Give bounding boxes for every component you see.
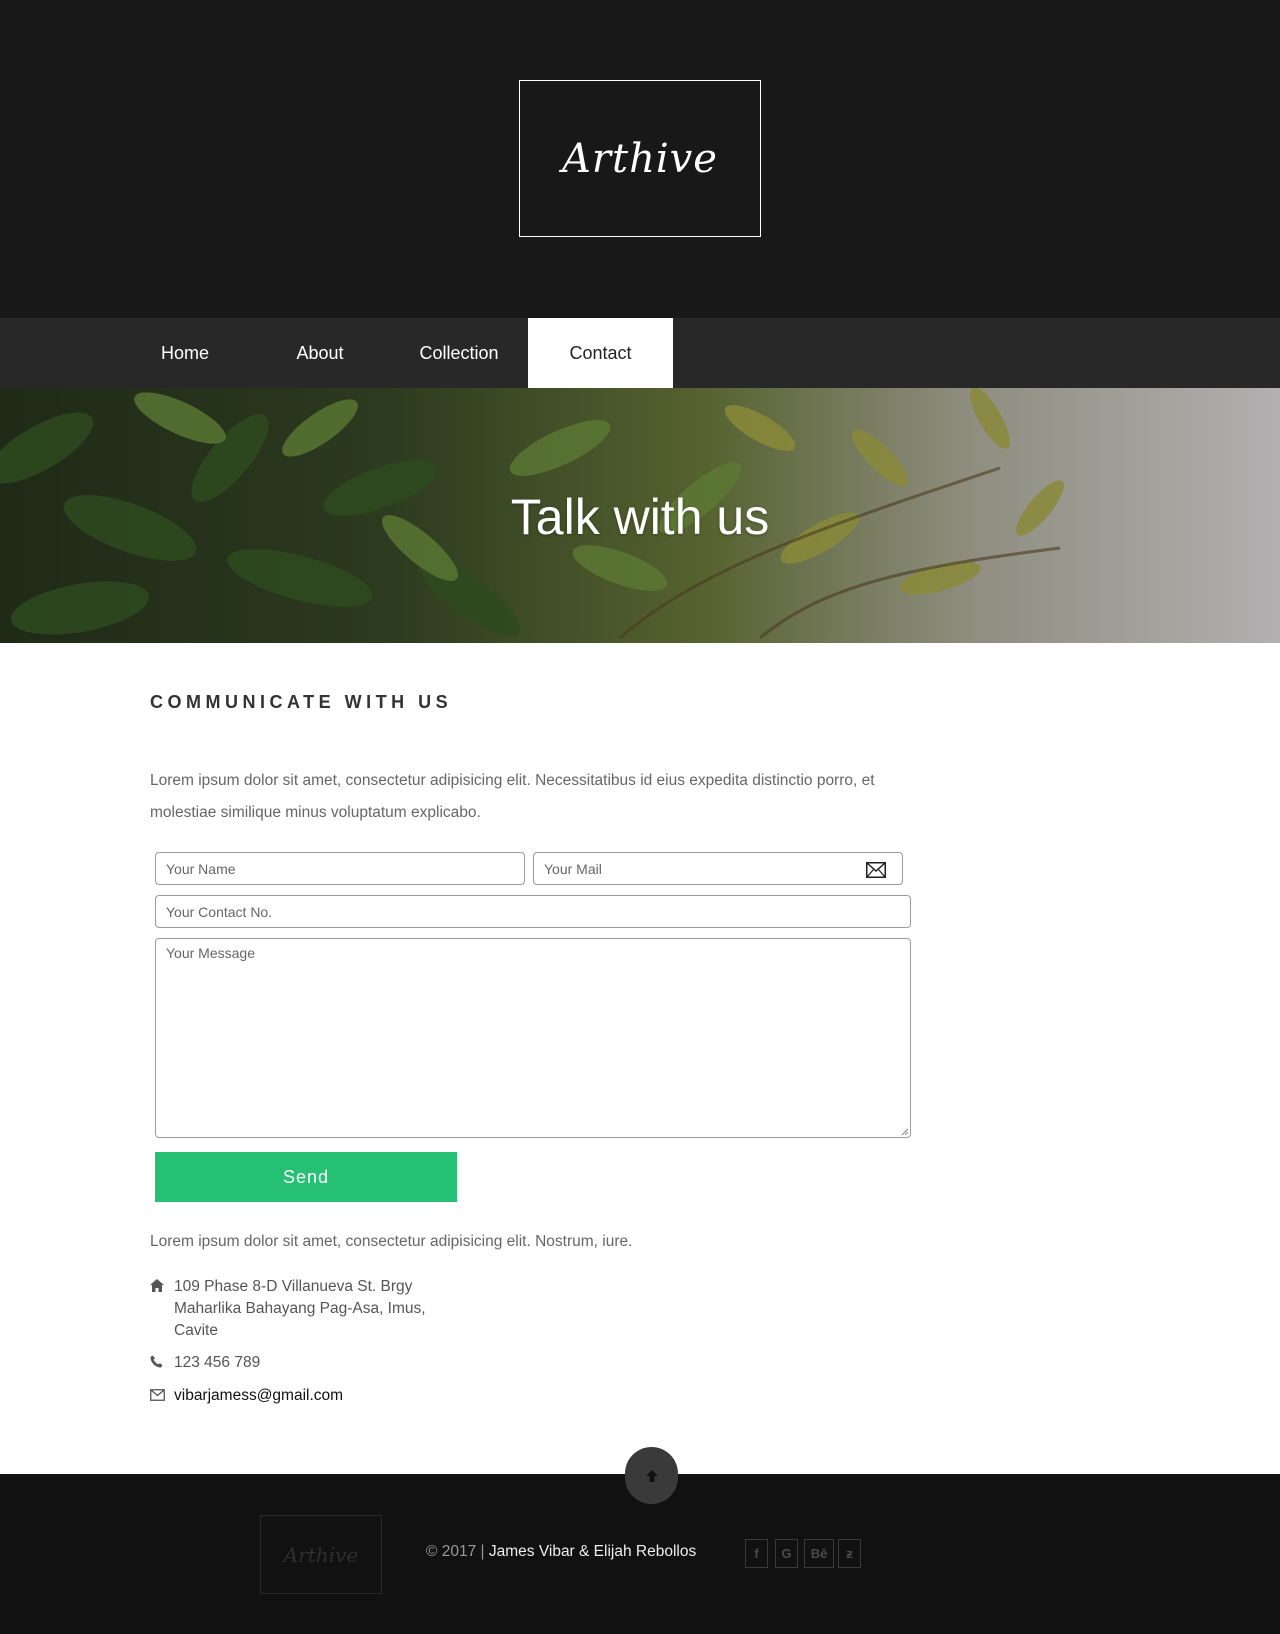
send-button[interactable]: Send	[155, 1152, 457, 1202]
name-field[interactable]	[155, 852, 525, 885]
nav-label: Collection	[419, 342, 499, 363]
site-logo[interactable]: Arthive	[519, 80, 761, 237]
message-field[interactable]	[155, 938, 911, 1138]
address-line: Maharlika Bahayang Pag-Asa, Imus,	[174, 1300, 426, 1317]
phone-icon	[150, 1352, 174, 1374]
google-icon[interactable]: G	[775, 1539, 798, 1568]
back-to-top-button[interactable]	[625, 1447, 678, 1504]
deviantart-icon[interactable]: ƶ	[838, 1539, 861, 1568]
main-nav: Home About Collection Contact	[0, 318, 1280, 388]
contact-note: Lorem ipsum dolor sit amet, consectetur …	[150, 1233, 633, 1250]
copyright-authors: James Vibar & Elijah Rebollos	[488, 1543, 697, 1560]
phone-row: 123 456 789	[150, 1352, 260, 1374]
nav-label: Contact	[569, 342, 632, 363]
footer-logo-text: Arthive	[283, 1542, 359, 1567]
address-line: 109 Phase 8-D Villanueva St. Brgy	[174, 1278, 413, 1295]
email-row: vibarjamess@gmail.com	[150, 1385, 343, 1407]
copyright-prefix: © 2017 |	[426, 1543, 485, 1560]
nav-item-contact[interactable]: Contact	[528, 318, 673, 388]
mail-field[interactable]	[533, 852, 903, 885]
phone-text: 123 456 789	[174, 1354, 261, 1371]
facebook-icon[interactable]: f	[745, 1539, 768, 1568]
nav-item-home[interactable]: Home	[120, 318, 250, 388]
mail-icon	[866, 862, 886, 878]
section-heading: COMMUNICATE WITH US	[150, 692, 453, 712]
message-textarea[interactable]	[156, 939, 910, 1137]
site-header: Arthive	[0, 0, 1280, 318]
home-icon	[150, 1276, 174, 1342]
mail-input[interactable]	[534, 853, 902, 884]
name-input[interactable]	[156, 853, 524, 884]
behance-icon[interactable]: Bē	[804, 1539, 834, 1568]
hero-title: Talk with us	[510, 489, 770, 545]
copyright-text: © 2017 | James Vibar & Elijah Rebollos	[426, 1543, 696, 1561]
footer-logo[interactable]: Arthive	[260, 1515, 382, 1594]
email-link[interactable]: vibarjamess@gmail.com	[174, 1385, 343, 1407]
address-line: Cavite	[174, 1322, 218, 1339]
envelope-icon	[150, 1385, 174, 1407]
nav-item-about[interactable]: About	[250, 318, 390, 388]
resize-grip-icon[interactable]	[901, 1128, 909, 1136]
facebook-glyph: f	[754, 1546, 759, 1561]
google-glyph: G	[781, 1546, 792, 1561]
contact-number-input[interactable]	[156, 896, 910, 927]
address-row: 109 Phase 8-D Villanueva St. Brgy Maharl…	[150, 1276, 426, 1342]
deviantart-glyph: ƶ	[846, 1546, 853, 1561]
nav-label: About	[296, 342, 344, 363]
address-text: 109 Phase 8-D Villanueva St. Brgy Maharl…	[174, 1276, 426, 1342]
arrow-up-icon	[645, 1469, 658, 1482]
behance-glyph: Bē	[810, 1546, 828, 1561]
nav-label: Home	[160, 342, 209, 363]
intro-paragraph: Lorem ipsum dolor sit amet, consectetur …	[150, 772, 875, 821]
hero-banner: Talk with us	[0, 388, 1280, 643]
nav-item-collection[interactable]: Collection	[390, 318, 528, 388]
contact-number-field[interactable]	[155, 895, 911, 928]
logo-text: Arthive	[562, 135, 718, 182]
